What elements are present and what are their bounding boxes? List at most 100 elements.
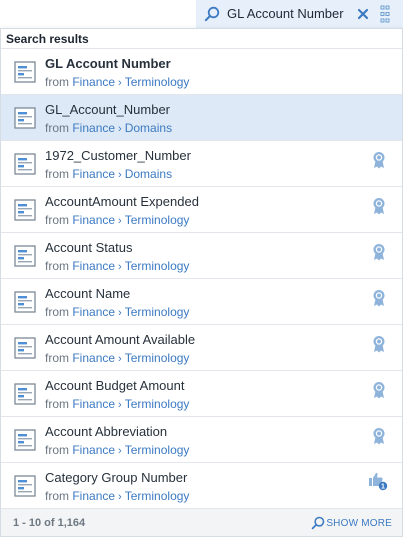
document-icon xyxy=(14,199,36,221)
chevron-right-icon: › xyxy=(118,215,122,227)
badge-count: 1 xyxy=(381,484,385,491)
result-path: from Finance › Domains xyxy=(45,167,172,181)
result-path-subcategory[interactable]: Terminology xyxy=(125,305,190,319)
result-path-category[interactable]: Finance xyxy=(72,489,115,503)
result-path-subcategory[interactable]: Terminology xyxy=(125,443,190,457)
result-row[interactable]: 1972_Customer_Number from Finance › Domain… xyxy=(1,141,402,187)
result-from-label: from xyxy=(45,397,69,411)
result-from-label: from xyxy=(45,259,69,273)
result-row[interactable]: GL Account Number from Finance › Terminolo… xyxy=(1,49,402,95)
panel-header: Search results xyxy=(1,29,402,49)
document-icon xyxy=(14,153,36,175)
chevron-right-icon: › xyxy=(118,123,122,135)
result-path: from Finance › Terminology xyxy=(45,443,189,457)
result-name: Account Status xyxy=(45,240,133,255)
document-icon xyxy=(14,383,36,405)
result-row[interactable]: Account Amount Available from Finance › Te… xyxy=(1,325,402,371)
result-path-subcategory[interactable]: Domains xyxy=(125,121,172,135)
result-row[interactable]: Account Name from Finance › Terminology xyxy=(1,279,402,325)
result-path: from Finance › Terminology xyxy=(45,213,189,227)
result-name: Account Amount Available xyxy=(45,332,196,347)
result-from-label: from xyxy=(45,305,69,319)
result-path-category[interactable]: Finance xyxy=(72,305,115,319)
document-icon xyxy=(14,475,36,497)
result-from-label: from xyxy=(45,489,69,503)
result-path: from Finance › Terminology xyxy=(45,351,189,365)
result-path-category[interactable]: Finance xyxy=(72,397,115,411)
panel-footer: 1 - 10 of 1,164 SHOW MORE xyxy=(1,508,402,536)
chevron-right-icon: › xyxy=(118,77,122,89)
result-path: from Finance › Terminology xyxy=(45,305,189,319)
result-path: from Finance › Terminology xyxy=(45,489,189,503)
result-name: GL Account Number xyxy=(45,56,171,71)
award-ribbon-icon xyxy=(373,290,385,307)
result-path-subcategory[interactable]: Terminology xyxy=(125,489,190,503)
result-path-subcategory[interactable]: Terminology xyxy=(125,259,190,273)
filter-icon[interactable] xyxy=(380,5,390,23)
result-path: from Finance › Terminology xyxy=(45,75,189,89)
result-row[interactable]: Account Abbreviation from Finance › Termin… xyxy=(1,417,402,463)
search-results-panel: Search results GL Account Number from Fi… xyxy=(0,28,403,537)
result-name: Category Group Number xyxy=(45,470,188,485)
result-path: from Finance › Domains xyxy=(45,121,172,135)
document-icon xyxy=(14,61,36,83)
result-path-subcategory[interactable]: Terminology xyxy=(125,397,190,411)
search-icon[interactable] xyxy=(204,6,220,22)
result-path-category[interactable]: Finance xyxy=(72,351,115,365)
document-icon xyxy=(14,429,36,451)
result-name: GL_Account_Number xyxy=(45,102,171,117)
result-path-category[interactable]: Finance xyxy=(72,259,115,273)
show-more-label: SHOW MORE xyxy=(326,517,392,529)
result-path-subcategory[interactable]: Domains xyxy=(125,167,172,181)
top-bar: GL Account Number xyxy=(0,0,403,28)
result-row[interactable]: AccountAmount Expended from Finance › Term… xyxy=(1,187,402,233)
chevron-right-icon: › xyxy=(118,491,122,503)
award-ribbon-icon xyxy=(373,244,385,261)
award-ribbon-icon xyxy=(373,152,385,169)
document-icon xyxy=(14,107,36,129)
document-icon xyxy=(14,291,36,313)
result-path-subcategory[interactable]: Terminology xyxy=(125,213,190,227)
result-row[interactable]: GL_Account_Number from Finance › Domains xyxy=(1,95,402,141)
result-from-label: from xyxy=(45,75,69,89)
result-row[interactable]: Account Status from Finance › Terminology xyxy=(1,233,402,279)
result-path-category[interactable]: Finance xyxy=(72,167,115,181)
result-name: 1972_Customer_Number xyxy=(45,148,191,163)
result-path-category[interactable]: Finance xyxy=(72,75,115,89)
award-ribbon-icon xyxy=(373,382,385,399)
result-path-subcategory[interactable]: Terminology xyxy=(125,351,190,365)
award-ribbon-icon xyxy=(373,428,385,445)
document-icon xyxy=(14,245,36,267)
chevron-right-icon: › xyxy=(118,353,122,365)
result-row[interactable]: Account Budget Amount from Finance › Termi… xyxy=(1,371,402,417)
result-from-label: from xyxy=(45,167,69,181)
search-input[interactable]: GL Account Number xyxy=(227,6,344,21)
award-ribbon-icon xyxy=(373,336,385,353)
award-ribbon-icon xyxy=(373,198,385,215)
result-name: AccountAmount Expended xyxy=(45,194,199,209)
document-icon xyxy=(14,337,36,359)
result-from-label: from xyxy=(45,351,69,365)
result-path: from Finance › Terminology xyxy=(45,259,189,273)
result-path: from Finance › Terminology xyxy=(45,397,189,411)
search-box[interactable]: GL Account Number xyxy=(196,0,403,28)
results-list: GL Account Number from Finance › Terminolo… xyxy=(1,49,402,509)
result-name: Account Budget Amount xyxy=(45,378,185,393)
chevron-right-icon: › xyxy=(118,169,122,181)
thumbs-up-icon: 1 xyxy=(369,472,388,491)
show-more-button[interactable]: SHOW MORE xyxy=(311,515,392,531)
result-name: Account Name xyxy=(45,286,131,301)
result-from-label: from xyxy=(45,213,69,227)
result-row[interactable]: Category Group Number from Finance › Termi… xyxy=(1,463,402,509)
close-icon[interactable] xyxy=(356,7,370,21)
result-path-category[interactable]: Finance xyxy=(72,121,115,135)
result-path-category[interactable]: Finance xyxy=(72,213,115,227)
chevron-right-icon: › xyxy=(118,307,122,319)
result-name: Account Abbreviation xyxy=(45,424,168,439)
result-from-label: from xyxy=(45,443,69,457)
result-from-label: from xyxy=(45,121,69,135)
result-path-subcategory[interactable]: Terminology xyxy=(125,75,190,89)
result-count: 1 - 10 of 1,164 xyxy=(13,517,86,529)
result-path-category[interactable]: Finance xyxy=(72,443,115,457)
search-icon xyxy=(312,516,325,530)
